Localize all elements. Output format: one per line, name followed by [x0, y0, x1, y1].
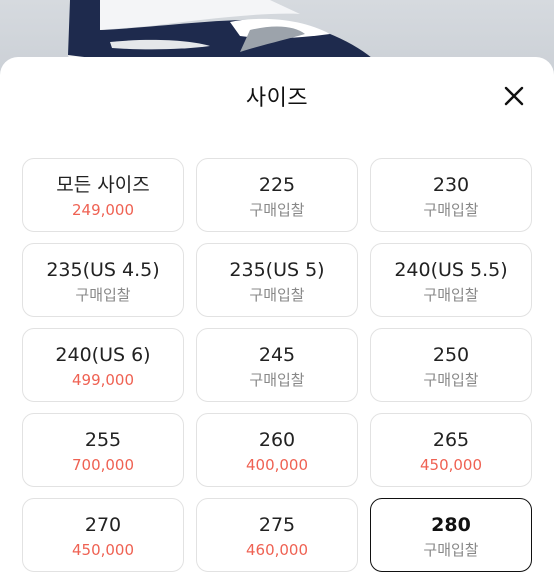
- size-option[interactable]: 255 700,000: [22, 413, 184, 487]
- size-option[interactable]: 260 400,000: [196, 413, 358, 487]
- size-label: 265: [432, 429, 470, 451]
- size-price: 700,000: [71, 456, 135, 474]
- size-price: 구매입찰: [423, 201, 479, 219]
- size-label: 240(US 5.5): [394, 259, 508, 281]
- size-label: 230: [432, 174, 470, 196]
- size-price: 구매입찰: [423, 286, 479, 304]
- size-grid: 모든 사이즈 249,000 225 구매입찰 230 구매입찰 235(US 4.5) 구매…: [22, 158, 532, 572]
- size-label: 235(US 4.5): [46, 259, 160, 281]
- size-option[interactable]: 235(US 4.5) 구매입찰: [22, 243, 184, 317]
- size-option[interactable]: 225 구매입찰: [196, 158, 358, 232]
- size-option[interactable]: 230 구매입찰: [370, 158, 532, 232]
- size-option[interactable]: 모든 사이즈 249,000: [22, 158, 184, 232]
- size-label: 225: [258, 174, 296, 196]
- size-price: 450,000: [71, 541, 135, 559]
- close-icon: [504, 86, 524, 106]
- size-price: 249,000: [71, 201, 135, 219]
- close-button[interactable]: [500, 82, 528, 110]
- size-label: 280: [431, 514, 471, 536]
- size-label: 245: [258, 344, 296, 366]
- size-price: 구매입찰: [249, 371, 305, 389]
- size-option[interactable]: 250 구매입찰: [370, 328, 532, 402]
- sheet-title: 사이즈: [245, 86, 309, 111]
- size-price: 구매입찰: [249, 286, 305, 304]
- size-option[interactable]: 270 450,000: [22, 498, 184, 572]
- size-price: 450,000: [419, 456, 483, 474]
- size-option[interactable]: 265 450,000: [370, 413, 532, 487]
- size-option[interactable]: 240(US 6) 499,000: [22, 328, 184, 402]
- size-price: 구매입찰: [423, 371, 479, 389]
- size-price: 구매입찰: [75, 286, 131, 304]
- size-label: 255: [84, 429, 122, 451]
- size-label: 260: [258, 429, 296, 451]
- size-label: 235(US 5): [229, 259, 325, 281]
- size-price: 460,000: [245, 541, 309, 559]
- size-label: 270: [84, 514, 122, 536]
- size-label: 275: [258, 514, 296, 536]
- size-label: 모든 사이즈: [56, 174, 150, 196]
- size-option[interactable]: 245 구매입찰: [196, 328, 358, 402]
- size-price: 499,000: [71, 371, 135, 389]
- size-option[interactable]: 235(US 5) 구매입찰: [196, 243, 358, 317]
- size-price: 400,000: [245, 456, 309, 474]
- size-option[interactable]: 280 구매입찰: [370, 498, 532, 572]
- size-label: 250: [432, 344, 470, 366]
- size-option[interactable]: 275 460,000: [196, 498, 358, 572]
- size-price: 구매입찰: [249, 201, 305, 219]
- size-label: 240(US 6): [55, 344, 151, 366]
- size-option[interactable]: 240(US 5.5) 구매입찰: [370, 243, 532, 317]
- size-price: 구매입찰: [423, 541, 479, 559]
